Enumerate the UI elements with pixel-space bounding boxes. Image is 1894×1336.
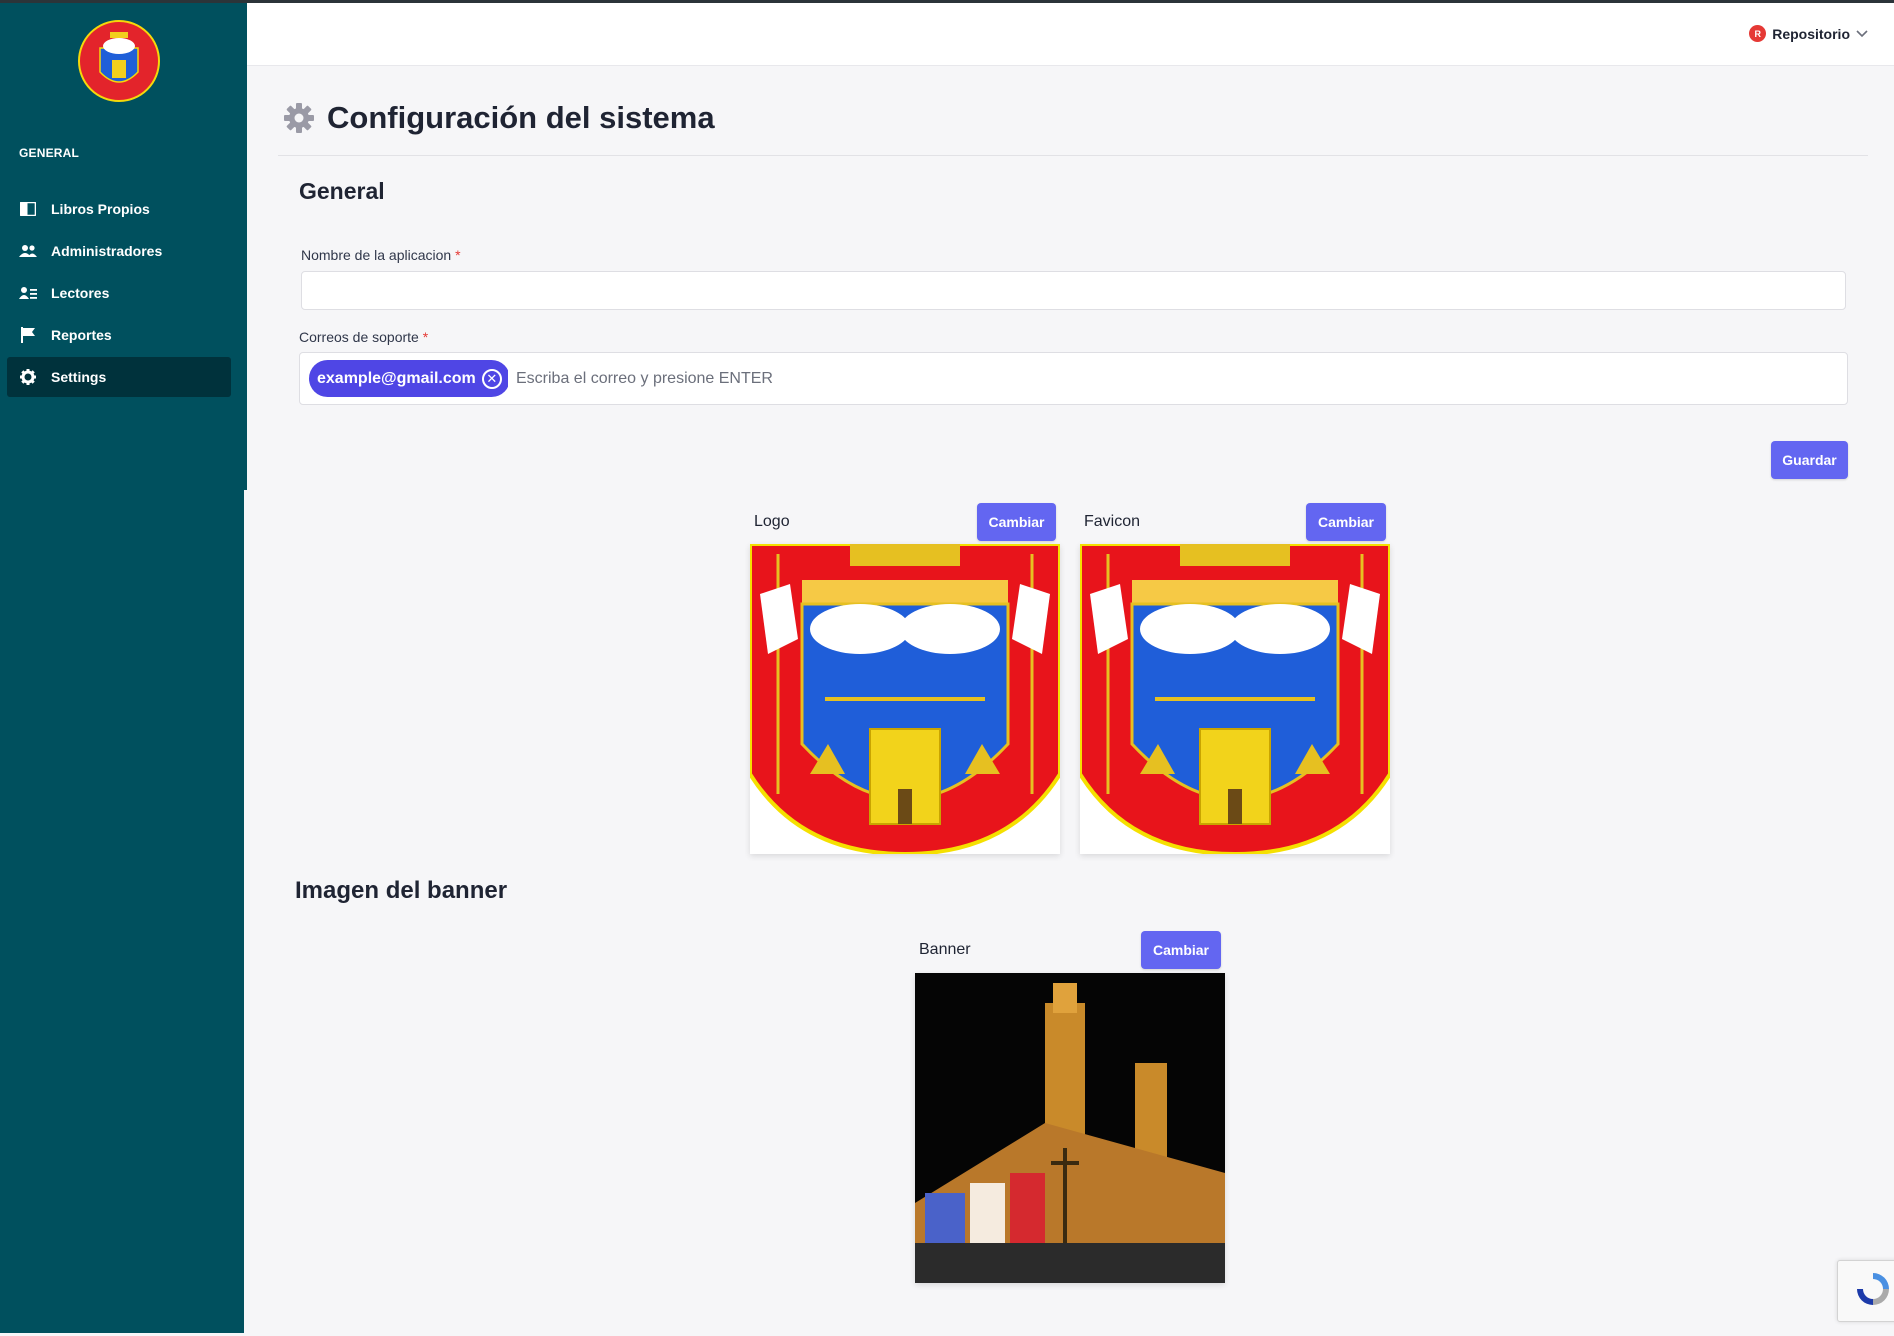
coat-of-arms-image — [1080, 544, 1390, 854]
logo-label: Logo — [754, 513, 790, 530]
change-favicon-button[interactable]: Cambiar — [1306, 503, 1386, 541]
user-name: Repositorio — [1772, 25, 1850, 42]
top-header: R Repositorio — [247, 3, 1894, 66]
sidebar-item-reportes[interactable]: Reportes — [7, 315, 231, 355]
change-banner-button[interactable]: Cambiar — [1141, 931, 1221, 969]
sidebar-item-label: Administradores — [51, 243, 163, 259]
sidebar-item-libros-propios[interactable]: Libros Propios — [7, 189, 231, 229]
sidebar-item-label: Lectores — [51, 285, 110, 301]
coat-of-arms-image — [750, 544, 1060, 854]
sidebar-section-label: GENERAL — [19, 146, 80, 160]
app-name-label-text: Nombre de la aplicacion — [301, 247, 452, 263]
change-logo-button[interactable]: Cambiar — [977, 503, 1056, 541]
cathedral-night-image — [915, 973, 1225, 1283]
favicon-label: Favicon — [1084, 513, 1141, 530]
support-emails-label: Correos de soporte * — [299, 329, 428, 345]
email-tag: example@gmail.com ✕ — [309, 360, 510, 397]
banner-label: Banner — [919, 941, 971, 958]
page-title: Configuración del sistema — [283, 100, 715, 136]
sidebar-item-lectores[interactable]: Lectores — [7, 273, 231, 313]
user-avatar: R — [1749, 25, 1767, 42]
email-tag-text: example@gmail.com — [317, 369, 476, 387]
sidebar-item-settings[interactable]: Settings — [7, 357, 231, 397]
required-mark: * — [422, 329, 429, 345]
sidebar-nav: Libros Propios Administradores Lectores … — [7, 189, 231, 399]
logo-preview — [750, 544, 1060, 854]
remove-tag-icon[interactable]: ✕ — [481, 368, 502, 389]
sidebar-item-administradores[interactable]: Administradores — [7, 231, 231, 271]
user-menu[interactable]: R Repositorio — [1749, 25, 1868, 42]
sidebar: GENERAL Libros Propios Administradores L… — [0, 3, 247, 1333]
title-divider — [278, 155, 1868, 156]
favicon-preview — [1080, 544, 1390, 854]
recaptcha-icon — [1857, 1273, 1889, 1305]
flag-icon — [19, 326, 37, 344]
app-name-label: Nombre de la aplicacion * — [301, 247, 461, 263]
sidebar-edge — [244, 490, 248, 1336]
settings-gear-icon — [284, 103, 314, 133]
banner-preview — [915, 973, 1225, 1283]
support-emails-field: example@gmail.com ✕ — [299, 352, 1848, 405]
sidebar-item-label: Libros Propios — [51, 201, 150, 217]
gear-icon — [19, 368, 37, 386]
banner-section-title: Imagen del banner — [295, 877, 508, 904]
sidebar-coat-of-arms-logo[interactable] — [78, 20, 160, 102]
support-emails-label-text: Correos de soporte — [299, 329, 419, 345]
book-icon — [19, 200, 37, 218]
readers-icon — [19, 284, 37, 302]
page-title-text: Configuración del sistema — [327, 100, 715, 135]
sidebar-item-label: Settings — [51, 369, 107, 385]
chevron-down-icon — [1856, 29, 1868, 37]
sidebar-item-label: Reportes — [51, 327, 112, 343]
recaptcha-badge[interactable] — [1837, 1260, 1894, 1322]
section-general-title: General — [299, 178, 385, 204]
required-mark: * — [455, 247, 461, 263]
users-icon — [19, 242, 37, 260]
app-name-input[interactable] — [301, 271, 1846, 310]
support-email-input[interactable] — [508, 358, 1840, 399]
save-button[interactable]: Guardar — [1771, 441, 1848, 479]
